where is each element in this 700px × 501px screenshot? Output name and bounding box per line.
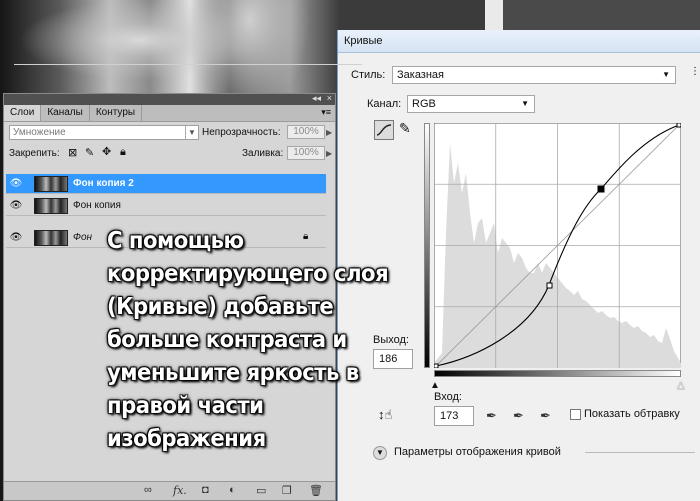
mask-icon[interactable]: ◘ — [202, 484, 209, 496]
gray-eyedropper-icon[interactable]: ✒︎ — [513, 408, 524, 424]
pencil-icon[interactable]: ✎ — [399, 120, 411, 137]
curves-graph[interactable] — [434, 123, 681, 368]
lock-pixels-icon[interactable]: ✎ — [85, 146, 94, 159]
blend-mode-select[interactable]: Умножение ▼ — [9, 125, 199, 140]
overlay-line: корректирующего слоя — [107, 259, 389, 287]
white-point-slider-icon[interactable]: △ — [677, 380, 685, 391]
layer-thumbnail — [34, 230, 68, 246]
fill-field[interactable]: 100% — [287, 146, 325, 160]
chevron-down-icon: ▼ — [521, 99, 529, 108]
channel-value: RGB — [412, 98, 436, 110]
style-label: Стиль: — [351, 69, 386, 81]
folder-icon[interactable]: ▭ — [256, 484, 266, 497]
curve-point[interactable] — [434, 363, 439, 368]
layer-row-fon-kopiya[interactable]: 👁︎ Фон копия — [6, 196, 326, 216]
new-layer-icon[interactable]: ❐ — [282, 484, 292, 497]
adjustment-icon[interactable]: ◐ — [229, 484, 236, 496]
curve-point-tool-button[interactable] — [374, 120, 394, 140]
lock-transparency-icon[interactable]: ⊠ — [68, 146, 77, 159]
lock-position-icon[interactable]: ✥ — [102, 145, 111, 158]
overlay-line: С помощью — [107, 226, 244, 254]
layer-name: Фон — [73, 232, 93, 243]
panel-topbar: ◂◂ × — [4, 93, 335, 105]
eye-icon[interactable]: 👁︎ — [9, 200, 23, 212]
show-clipping-label: Показать обтравку — [584, 408, 680, 420]
input-field[interactable]: 173 — [434, 406, 474, 426]
overlay-line: больше контраста и — [107, 325, 347, 353]
eye-icon[interactable]: 👁︎ — [9, 232, 23, 244]
channel-group-line — [14, 64, 362, 65]
curve-point[interactable] — [546, 282, 553, 289]
fill-label: Заливка: — [242, 148, 284, 159]
layer-thumbnail — [34, 176, 68, 192]
show-clipping-checkbox[interactable] — [570, 409, 581, 420]
style-menu-icon[interactable]: ⋮ — [690, 66, 700, 77]
eye-icon[interactable]: 👁︎ — [9, 178, 23, 190]
overlay-instruction-text: С помощью корректирующего слоя (Кривые) … — [107, 224, 427, 455]
options-separator — [585, 452, 695, 453]
overlay-line: уменьшите яркость в — [107, 358, 359, 386]
channel-select[interactable]: RGB ▼ — [407, 95, 535, 113]
black-point-slider-icon[interactable]: ▲ — [430, 380, 440, 391]
tab-paths[interactable]: Контуры — [90, 105, 143, 121]
curve-point-active[interactable] — [597, 185, 605, 193]
opacity-arrow-icon[interactable]: ▶ — [326, 128, 332, 137]
tab-channels[interactable]: Каналы — [41, 105, 90, 121]
input-label: Вход: — [434, 391, 462, 403]
tab-layers[interactable]: Слои — [4, 105, 42, 121]
overlay-line: изображения — [107, 424, 266, 452]
layer-row-fon-kopiya-2[interactable]: 👁︎ Фон копия 2 — [6, 174, 326, 194]
fill-arrow-icon[interactable]: ▶ — [326, 149, 332, 158]
link-icon[interactable]: ∞ — [144, 484, 152, 496]
background-light-strip — [485, 0, 503, 30]
opacity-label: Непрозрачность: — [202, 127, 281, 138]
white-eyedropper-icon[interactable]: ✒︎ — [540, 408, 551, 424]
lock-row: Закрепить: ⊠ ✎ ✥ 🔒︎ Заливка: 100% ▶ — [4, 143, 335, 164]
panel-menu-icon[interactable]: ▾≡ — [321, 107, 331, 118]
trash-icon[interactable]: 🗑︎ — [309, 484, 323, 497]
layer-thumbnail — [34, 198, 68, 214]
opacity-field[interactable]: 100% — [287, 125, 325, 139]
black-eyedropper-icon[interactable]: ✒︎ — [486, 408, 497, 424]
layers-bottom-toolbar: ∞ fx. ◘ ◐ ▭ ❐ 🗑︎ — [4, 481, 335, 500]
overlay-line: (Кривые) добавьте — [107, 292, 334, 320]
style-select[interactable]: Заказная ▼ — [392, 66, 676, 84]
collapse-icon[interactable]: ◂◂ — [312, 93, 321, 104]
overlay-line: правой части — [107, 391, 264, 419]
lock-all-icon[interactable]: 🔒︎ — [120, 146, 126, 159]
blend-mode-value: Умножение — [13, 127, 66, 138]
blend-row: Умножение ▼ Непрозрачность: 100% ▶ — [4, 122, 335, 143]
lock-label: Закрепить: — [9, 148, 60, 159]
channel-label: Канал: — [365, 98, 404, 110]
chevron-down-icon: ▼ — [662, 70, 670, 79]
layer-name: Фон копия 2 — [73, 178, 134, 189]
close-icon[interactable]: × — [327, 93, 332, 103]
panel-tabs: Слои Каналы Контуры ▾≡ — [4, 105, 335, 122]
background-dark-strip — [485, 0, 700, 30]
style-value: Заказная — [397, 69, 445, 81]
curve-icon — [376, 124, 392, 136]
curve-point[interactable] — [676, 123, 681, 128]
layer-name: Фон копия — [73, 200, 121, 211]
dialog-title: Кривые — [338, 30, 700, 53]
chevron-down-icon: ▼ — [185, 126, 198, 139]
fx-icon[interactable]: fx. — [173, 484, 187, 497]
input-gradient — [434, 370, 681, 377]
